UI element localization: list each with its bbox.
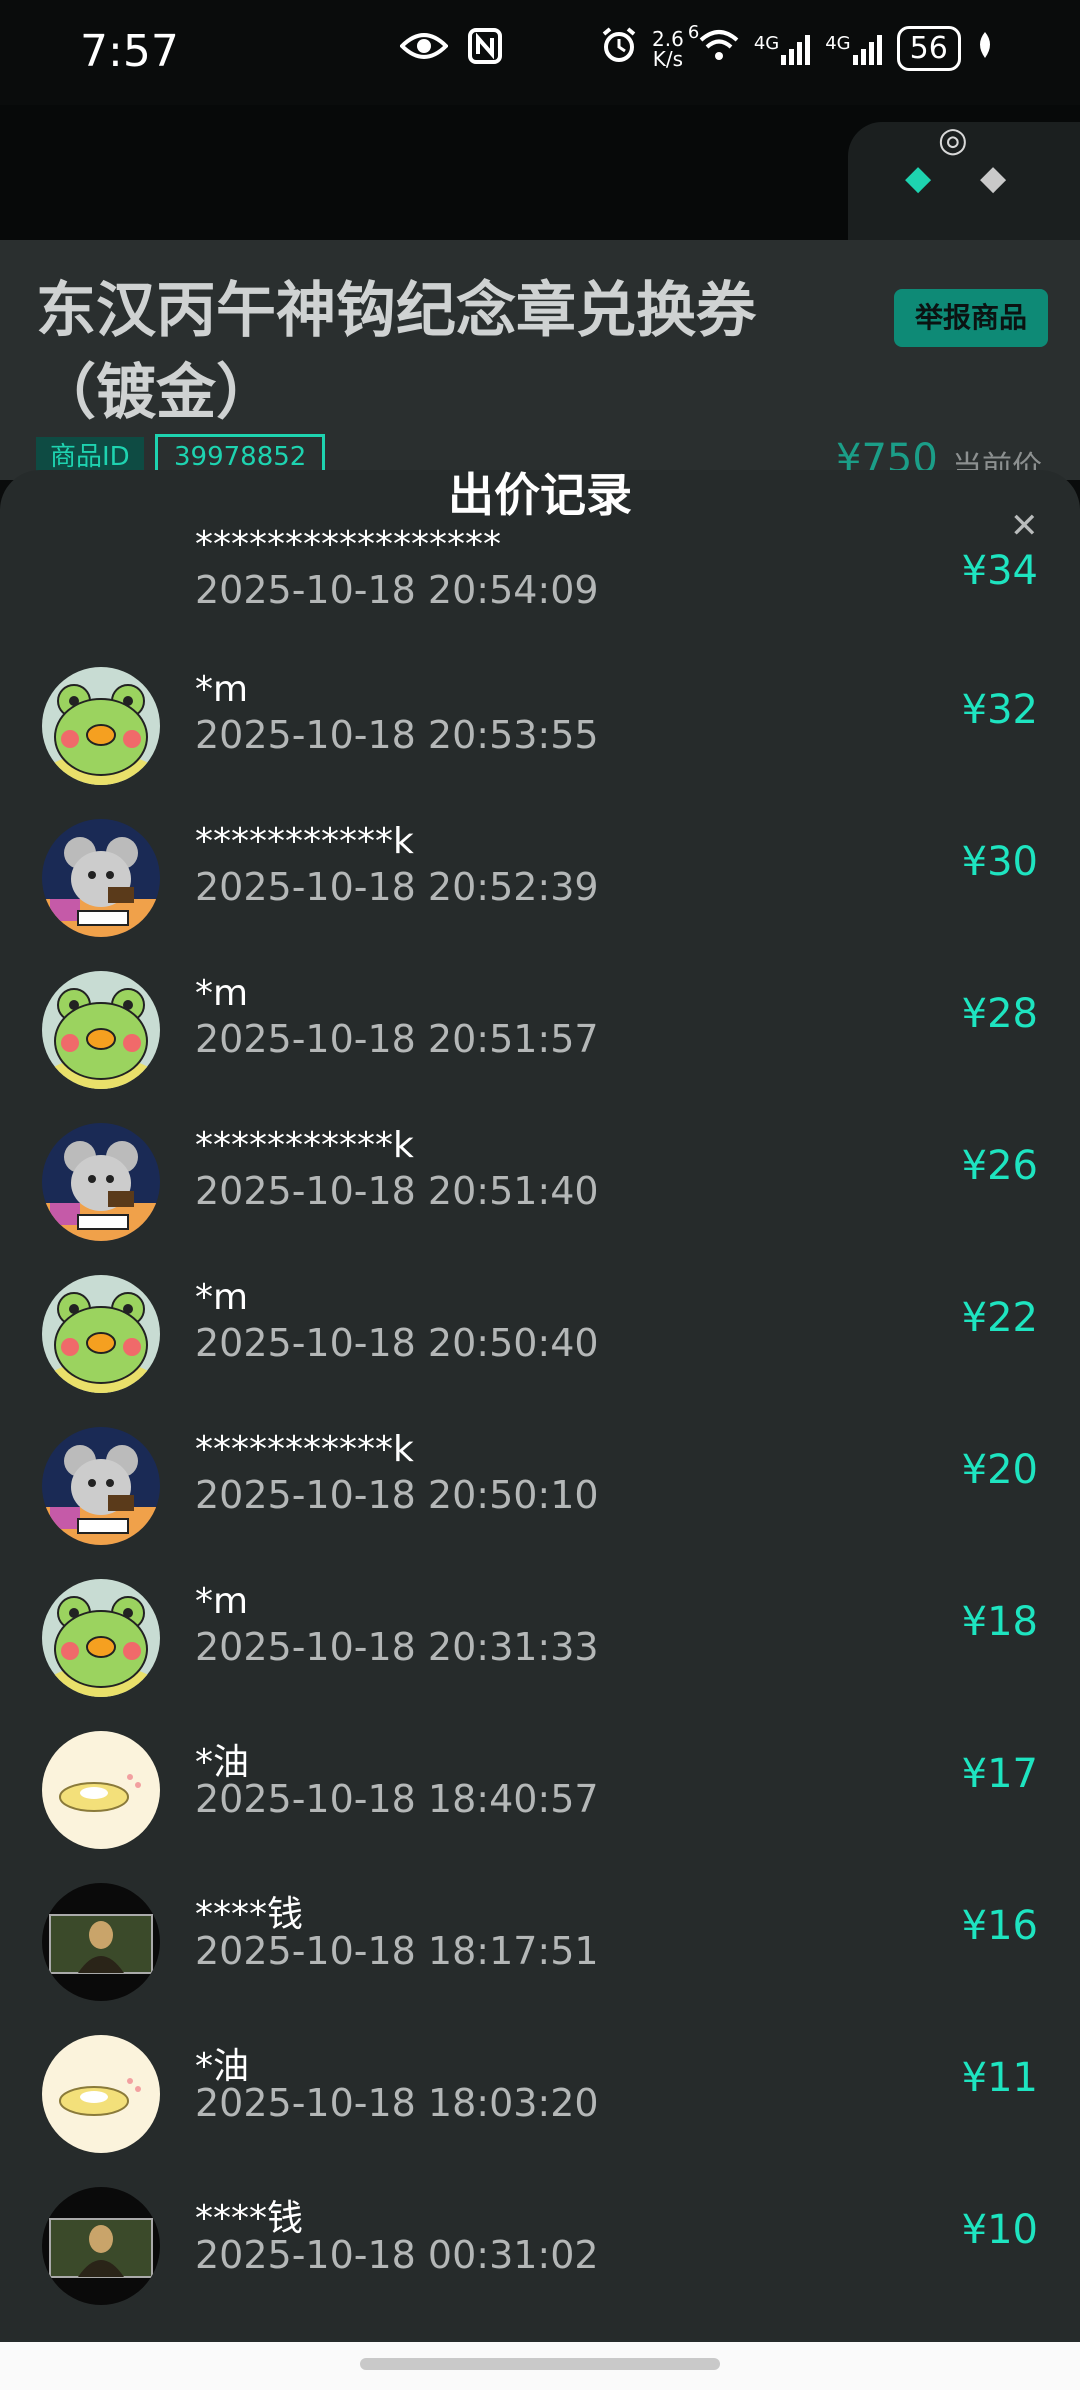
list-item: *m 2025-10-18 20:31:33 ¥18 [0,1579,1080,1731]
list-item: *m 2025-10-18 20:50:40 ¥22 [0,1275,1080,1427]
view-360-icon[interactable]: ◎ [938,120,968,160]
bid-amount: ¥18 [961,1599,1038,1645]
bidder-name: ***********k [195,821,414,862]
wifi-icon: 6 [688,22,740,69]
avatar [42,1427,160,1545]
signal-icon-2: 4G [825,33,882,65]
bid-time: 2025-10-18 20:50:10 [195,1473,599,1517]
bid-time: 2025-10-18 20:51:40 [195,1169,599,1213]
bid-amount: ¥26 [961,1143,1038,1189]
bid-time: 2025-10-18 20:50:40 [195,1321,599,1365]
side-view-icon[interactable]: ◆ [980,158,1006,198]
alarm-icon [600,26,638,71]
avatar [42,819,160,937]
bid-time: 2025-10-18 18:17:51 [195,1929,599,1973]
bidder-name: *m [195,973,249,1014]
bidder-name: *m [195,1277,249,1318]
bid-time: 2025-10-18 00:31:02 [195,2233,599,2277]
list-item: ****钱 2025-10-18 00:31:02 ¥10 [0,2187,1080,2339]
bidder-name: *m [195,669,249,710]
list-item: *油 2025-10-18 18:40:57 ¥17 [0,1731,1080,1883]
bid-amount: ¥22 [961,1295,1038,1341]
bid-time: 2025-10-18 20:51:57 [195,1017,599,1061]
leaf-icon [975,30,995,67]
net-speed: 2.6 K/s [652,26,684,71]
list-item: ***************** 2025-10-18 20:54:09 ¥3… [0,524,1080,680]
battery-indicator: 56 [896,26,961,71]
avatar [42,1579,160,1697]
avatar [42,1731,160,1849]
list-item: ***********k 2025-10-18 20:51:40 ¥26 [0,1123,1080,1275]
bidder-name: *m [195,1581,249,1622]
report-button[interactable]: 举报商品 [894,289,1048,347]
bid-amount: ¥32 [961,687,1038,733]
bid-amount: ¥10 [961,2207,1038,2253]
list-item: ****钱 2025-10-18 18:17:51 ¥16 [0,1883,1080,2035]
list-item: ***********k 2025-10-18 20:50:10 ¥20 [0,1427,1080,1579]
status-bar: 7:57 2.6 K/s 6 4G 4G 56 [0,0,1080,105]
list-item: *m 2025-10-18 20:51:57 ¥28 [0,971,1080,1123]
avatar [42,667,160,785]
bid-record-sheet: 出价记录 ✕ ***************** 2025-10-18 20:5… [0,470,1080,2342]
bid-amount: ¥11 [961,2055,1038,2101]
bid-amount: ¥16 [961,1903,1038,1949]
status-time: 7:57 [80,26,179,77]
bid-amount: ¥28 [961,991,1038,1037]
list-item: *m 2025-10-18 20:53:55 ¥32 [0,667,1080,819]
front-view-icon[interactable]: ◆ [905,158,931,198]
bid-amount: ¥30 [961,839,1038,885]
bid-time: 2025-10-18 20:31:33 [195,1625,599,1669]
avatar [42,1275,160,1393]
home-indicator[interactable] [360,2358,720,2370]
avatar [42,2035,160,2153]
product-title: 东汉丙午神钩纪念章兑换券（镀金） [36,276,756,428]
avatar [42,1883,160,2001]
signal-icon: 4G [754,33,811,65]
bidder-name: ***********k [195,1429,414,1470]
bidder-name: ***********k [195,1125,414,1166]
sheet-title: 出价记录 [448,470,632,522]
list-item: *油 2025-10-18 18:03:20 ¥11 [0,2035,1080,2187]
nfc-icon [468,28,502,68]
bid-time: 2025-10-18 20:52:39 [195,865,599,909]
bid-amount: ¥17 [961,1751,1038,1797]
bid-time: 2025-10-18 20:54:09 [195,568,599,612]
avatar [42,971,160,1089]
avatar [42,2187,160,2305]
bid-time: 2025-10-18 18:40:57 [195,1777,599,1821]
bidder-name: ***************** [195,524,501,565]
bid-amount: ¥34 [961,548,1038,594]
eye-icon [399,30,449,66]
list-item: ***********k 2025-10-18 20:52:39 ¥30 [0,819,1080,971]
bid-time: 2025-10-18 18:03:20 [195,2081,599,2125]
bid-time: 2025-10-18 20:53:55 [195,713,599,757]
bid-amount: ¥20 [961,1447,1038,1493]
avatar [42,1123,160,1241]
